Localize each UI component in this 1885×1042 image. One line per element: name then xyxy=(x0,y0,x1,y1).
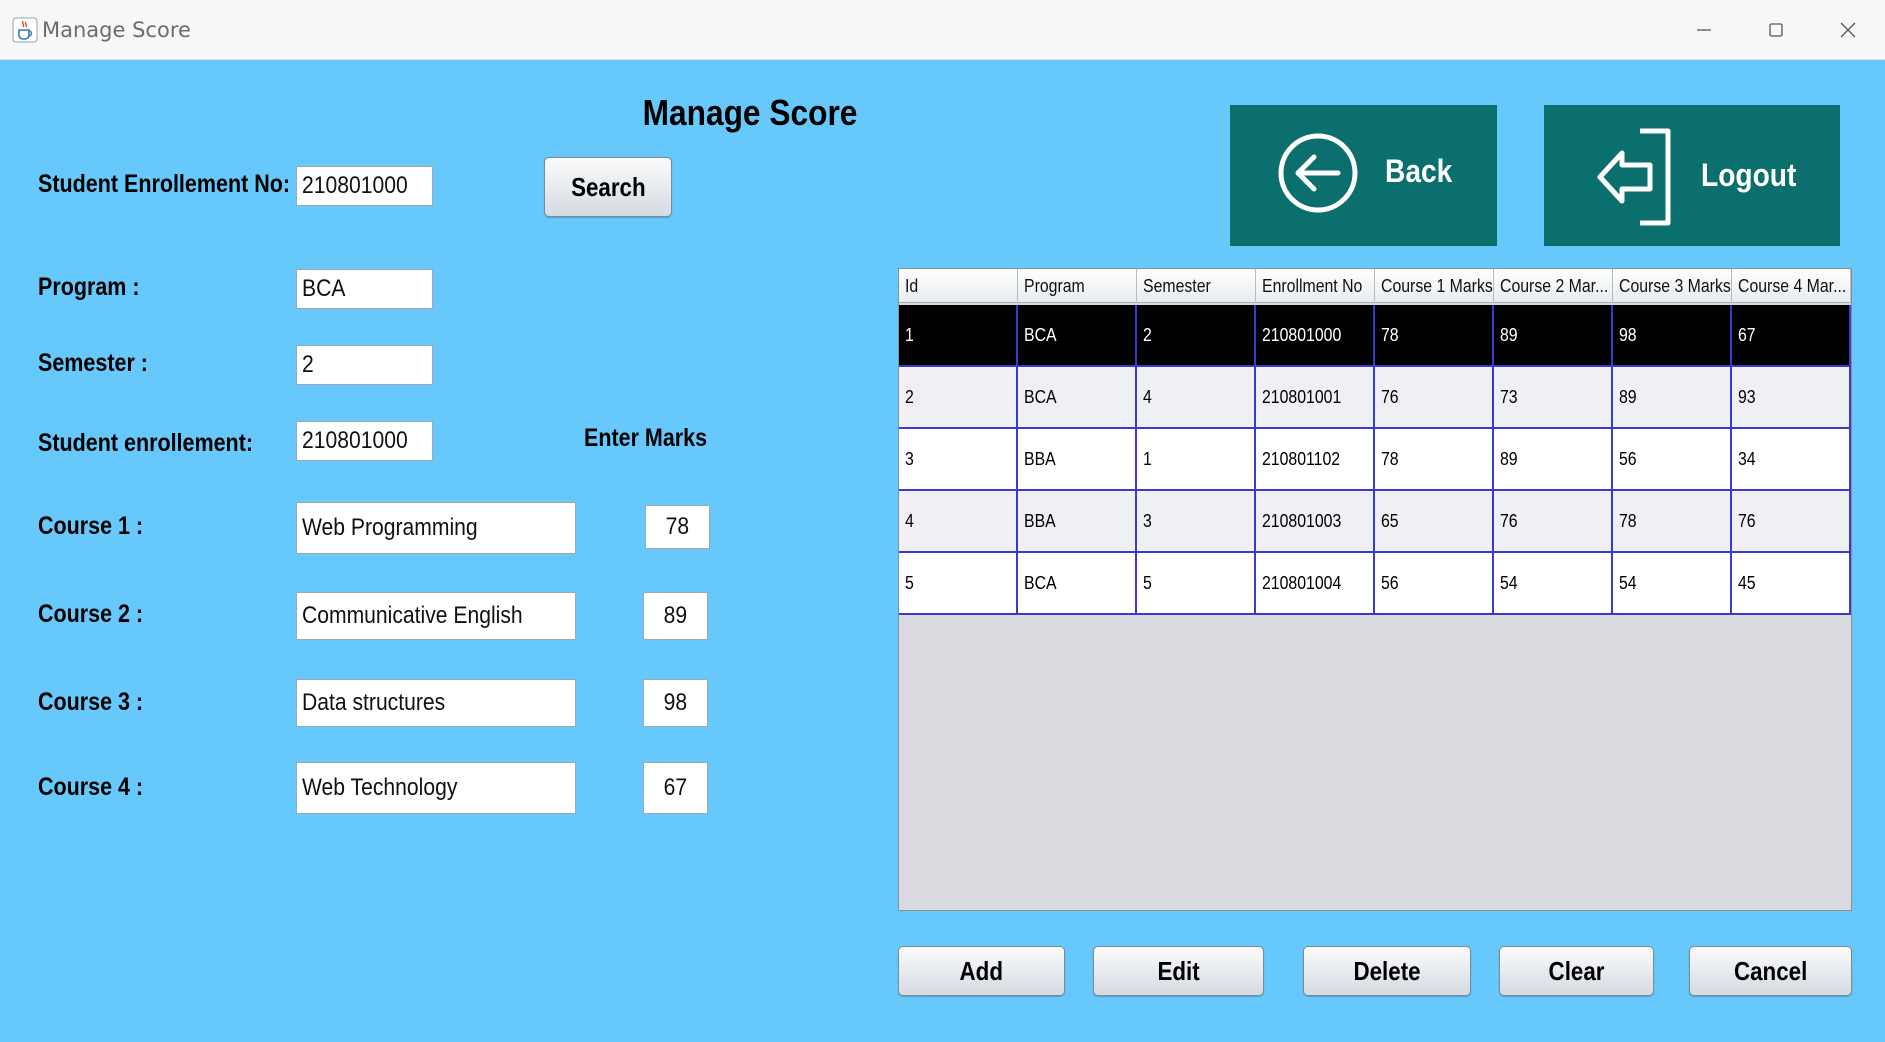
course-3-name-input[interactable]: Data structures xyxy=(296,679,576,727)
table-row[interactable]: 3 BBA 1 210801102 78 89 56 34 xyxy=(899,429,1851,491)
course-1-marks-input[interactable]: 78 xyxy=(645,505,710,549)
semester-input[interactable]: 2 xyxy=(296,345,433,385)
table-cell: 3 xyxy=(899,429,1018,489)
cancel-button[interactable]: Cancel xyxy=(1689,946,1852,996)
table-cell: BCA xyxy=(1018,553,1137,613)
logout-button[interactable]: Logout xyxy=(1544,105,1840,246)
table-cell: 67 xyxy=(1732,305,1851,365)
table-row[interactable]: 5 BCA 5 210801004 56 54 54 45 xyxy=(899,553,1851,615)
java-cup-icon xyxy=(12,17,38,43)
table-cell: 78 xyxy=(1375,429,1494,489)
course-2-marks-input[interactable]: 89 xyxy=(643,592,708,640)
window-title: Manage Score xyxy=(42,18,191,42)
table-cell: BCA xyxy=(1018,367,1137,427)
table-row[interactable]: 2 BCA 4 210801001 76 73 89 93 xyxy=(899,367,1851,429)
course-4-marks-input[interactable]: 67 xyxy=(643,762,708,814)
table-cell: 34 xyxy=(1732,429,1851,489)
course-1-label: Course 1 : xyxy=(38,512,144,540)
table-cell: 89 xyxy=(1494,305,1613,365)
table-cell: BBA xyxy=(1018,429,1137,489)
course-2-label: Course 2 : xyxy=(38,600,144,628)
table-body: 1 BCA 2 210801000 78 89 98 67 2 BCA 4 210801001 76 73… xyxy=(899,305,1851,615)
clear-button[interactable]: Clear xyxy=(1499,946,1654,996)
table-cell: 45 xyxy=(1732,553,1851,613)
maximize-icon xyxy=(1769,23,1783,37)
delete-button[interactable]: Delete xyxy=(1303,946,1471,996)
table-cell: 5 xyxy=(1137,553,1256,613)
back-label: Back xyxy=(1385,153,1453,189)
scores-table[interactable]: Id Program Semester Enrollment No Course 1 M… xyxy=(898,268,1852,911)
student-enrollment-label: Student enrollement: xyxy=(38,429,254,457)
table-cell: 2 xyxy=(1137,305,1256,365)
table-cell: 1 xyxy=(899,305,1018,365)
add-button[interactable]: Add xyxy=(898,946,1065,996)
minimize-button[interactable] xyxy=(1688,14,1720,46)
table-row[interactable]: 4 BBA 3 210801003 65 76 78 76 xyxy=(899,491,1851,553)
circle-arrow-left-icon xyxy=(1278,133,1358,213)
enrollment-search-input[interactable]: 210801000 xyxy=(296,166,433,206)
column-header[interactable]: Program xyxy=(1018,269,1137,303)
back-button[interactable]: Back xyxy=(1230,105,1497,246)
table-cell: 4 xyxy=(1137,367,1256,427)
column-header[interactable]: Enrollment No xyxy=(1256,269,1375,303)
table-cell: 98 xyxy=(1613,305,1732,365)
table-cell: 210801001 xyxy=(1256,367,1375,427)
column-header[interactable]: Course 2 Mar... xyxy=(1494,269,1613,303)
column-header[interactable]: Semester xyxy=(1137,269,1256,303)
column-header[interactable]: Course 4 Mar... xyxy=(1732,269,1851,303)
course-2-name-input[interactable]: Communicative English xyxy=(296,592,576,640)
course-4-name-input[interactable]: Web Technology xyxy=(296,762,576,814)
student-enrollment-input[interactable]: 210801000 xyxy=(296,421,433,461)
table-cell: 210801003 xyxy=(1256,491,1375,551)
table-cell: 1 xyxy=(1137,429,1256,489)
table-cell: 56 xyxy=(1375,553,1494,613)
table-cell: 210801004 xyxy=(1256,553,1375,613)
table-cell: 54 xyxy=(1494,553,1613,613)
table-cell: BBA xyxy=(1018,491,1137,551)
table-cell: 73 xyxy=(1494,367,1613,427)
maximize-button[interactable] xyxy=(1760,14,1792,46)
table-cell: 76 xyxy=(1732,491,1851,551)
table-cell: BCA xyxy=(1018,305,1137,365)
program-label: Program : xyxy=(38,273,140,301)
column-header[interactable]: Course 3 Marks xyxy=(1613,269,1732,303)
table-cell: 78 xyxy=(1613,491,1732,551)
column-header[interactable]: Id xyxy=(899,269,1018,303)
program-input[interactable]: BCA xyxy=(296,269,433,309)
table-row[interactable]: 1 BCA 2 210801000 78 89 98 67 xyxy=(899,305,1851,367)
course-3-label: Course 3 : xyxy=(38,688,144,716)
table-cell: 56 xyxy=(1613,429,1732,489)
table-cell: 4 xyxy=(899,491,1018,551)
enter-marks-label: Enter Marks xyxy=(584,424,708,452)
table-cell: 3 xyxy=(1137,491,1256,551)
page-title: Manage Score xyxy=(642,92,858,133)
course-3-marks-input[interactable]: 98 xyxy=(643,679,708,727)
table-cell: 2 xyxy=(899,367,1018,427)
table-cell: 210801102 xyxy=(1256,429,1375,489)
course-1-name-input[interactable]: Web Programming xyxy=(296,502,576,554)
edit-button[interactable]: Edit xyxy=(1093,946,1264,996)
table-cell: 89 xyxy=(1494,429,1613,489)
table-cell: 210801000 xyxy=(1256,305,1375,365)
table-cell: 93 xyxy=(1732,367,1851,427)
table-cell: 76 xyxy=(1494,491,1613,551)
search-button[interactable]: Search xyxy=(544,157,672,217)
logout-door-arrow-icon xyxy=(1597,128,1671,226)
table-cell: 76 xyxy=(1375,367,1494,427)
enrollment-search-label: Student Enrollement No: xyxy=(38,170,291,198)
window-titlebar: Manage Score xyxy=(0,0,1885,60)
table-cell: 65 xyxy=(1375,491,1494,551)
table-cell: 5 xyxy=(899,553,1018,613)
course-4-label: Course 4 : xyxy=(38,773,144,801)
close-button[interactable] xyxy=(1832,14,1864,46)
logout-label: Logout xyxy=(1701,157,1797,193)
table-cell: 89 xyxy=(1613,367,1732,427)
table-cell: 78 xyxy=(1375,305,1494,365)
close-icon xyxy=(1840,22,1856,38)
table-header: Id Program Semester Enrollment No Course 1 M… xyxy=(899,269,1851,303)
minimize-icon xyxy=(1697,29,1711,31)
semester-label: Semester : xyxy=(38,349,148,377)
column-header[interactable]: Course 1 Marks xyxy=(1375,269,1494,303)
table-cell: 54 xyxy=(1613,553,1732,613)
